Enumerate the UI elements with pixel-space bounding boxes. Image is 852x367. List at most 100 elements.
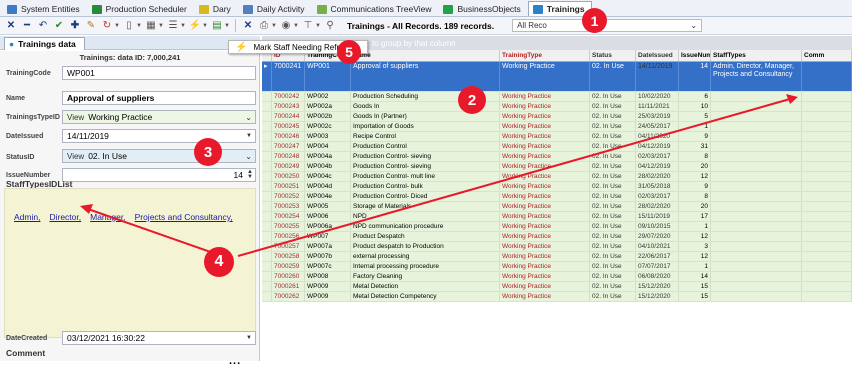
- minus-icon[interactable]: ━: [20, 19, 34, 33]
- cell-code: WP007: [305, 232, 351, 241]
- tab-trainings[interactable]: Trainings: [527, 1, 592, 16]
- column-header[interactable]: StaffTypes: [711, 50, 802, 61]
- tab-system-entities[interactable]: System Entities: [2, 1, 87, 16]
- stamp-icon[interactable]: ◉: [279, 19, 293, 33]
- cell-status: 02. In Use: [590, 212, 636, 221]
- staff-type-link[interactable]: Manager,: [90, 212, 125, 222]
- chevron-down-icon[interactable]: ▼: [271, 23, 277, 29]
- link-icon[interactable]: ⚲: [323, 19, 337, 33]
- cell-name: Production Control- sieving: [351, 162, 500, 171]
- table-row[interactable]: 7000249 WP004b Production Control- sieving…: [262, 162, 852, 172]
- chevron-down-icon[interactable]: ▼: [114, 23, 120, 29]
- cell-id: 7000247: [272, 142, 305, 151]
- column-header[interactable]: Status: [590, 50, 636, 61]
- cell-comment: [802, 92, 852, 101]
- cell-code: WP005: [305, 202, 351, 211]
- list-icon[interactable]: ☰: [166, 19, 180, 33]
- name-field[interactable]: Approval of suppliers: [62, 91, 256, 105]
- date-created-value: 03/12/2021 16:30:22: [67, 333, 145, 343]
- lightning-icon[interactable]: ⚡: [188, 19, 202, 33]
- date-created-field[interactable]: 03/12/2021 16:30:22 ▼: [62, 331, 256, 345]
- staff-type-link[interactable]: Projects and Consultancy,: [135, 212, 233, 222]
- spinner-icon[interactable]: ▲ ▼: [247, 169, 253, 180]
- cell-status: 02. In Use: [590, 252, 636, 261]
- staff-type-link[interactable]: Director,: [49, 212, 81, 222]
- table-row[interactable]: 7000257 WP007a Product despatch to Product…: [262, 242, 852, 252]
- export-icon[interactable]: ▤: [210, 19, 224, 33]
- tab-businessobjects[interactable]: BusinessObjects: [438, 1, 527, 16]
- table-row[interactable]: 7000253 WP005 Storage of Materials Working …: [262, 202, 852, 212]
- cell-id: 7000255: [272, 222, 305, 231]
- close-icon[interactable]: ✕: [241, 19, 255, 33]
- table-row[interactable]: 7000260 WP008 Factory Cleaning Working Prac…: [262, 272, 852, 282]
- table-row[interactable]: 7000255 WP006a NPD communication procedure…: [262, 222, 852, 232]
- close-icon[interactable]: ✕: [4, 19, 18, 33]
- tab-daily-activity[interactable]: Daily Activity: [238, 1, 312, 16]
- undo-icon[interactable]: ↶: [36, 19, 50, 33]
- more-button[interactable]: ...: [229, 355, 241, 367]
- table-row[interactable]: 7000242 WP002 Production Scheduling Working…: [262, 92, 852, 102]
- cell-type: Working Practice: [500, 272, 590, 281]
- status-select[interactable]: View 02. In Use ⌄: [62, 149, 256, 163]
- column-header[interactable]: IssueNumber: [679, 50, 711, 61]
- cell-type: Working Practice: [500, 152, 590, 161]
- chevron-down-icon[interactable]: ▼: [202, 23, 208, 29]
- dropdown-arrow-icon[interactable]: ▼: [246, 335, 252, 341]
- view-link[interactable]: View: [67, 113, 84, 122]
- tab-dary[interactable]: Dary: [194, 1, 238, 16]
- chevron-down-icon[interactable]: ▼: [180, 23, 186, 29]
- cell-staff: [711, 272, 802, 281]
- table-row[interactable]: 7000254 WP006 NPD Working Practice 02. In Us…: [262, 212, 852, 222]
- training-code-field[interactable]: WP001: [62, 66, 256, 80]
- check-icon[interactable]: ✔: [52, 19, 66, 33]
- tab-trainings-data[interactable]: ● Trainings data: [4, 37, 85, 50]
- edit-icon[interactable]: ✎: [84, 19, 98, 33]
- cell-date: 02/03/2017: [636, 192, 679, 201]
- print-icon[interactable]: ⎙: [257, 19, 271, 33]
- table-row[interactable]: 7000259 WP007c Internal processing procedu…: [262, 262, 852, 272]
- view-link[interactable]: View: [67, 152, 84, 161]
- table-row[interactable]: 7000262 WP009 Metal Detection Competency Wo…: [262, 292, 852, 302]
- table-row[interactable]: 7000243 WP002a Goods In Working Practice 02.…: [262, 102, 852, 112]
- dropdown-arrow-icon[interactable]: ▼: [246, 133, 252, 139]
- column-header[interactable]: Comm: [802, 50, 852, 61]
- chevron-down-icon[interactable]: ▼: [315, 23, 321, 29]
- chevron-down-icon[interactable]: ▼: [136, 23, 142, 29]
- cell-status: 02. In Use: [590, 152, 636, 161]
- table-row[interactable]: 7000244 WP002b Goods In (Partner) Working P…: [262, 112, 852, 122]
- table-row[interactable]: 7000245 WP002c Importation of Goods Working…: [262, 122, 852, 132]
- filter-icon[interactable]: ⊤: [301, 19, 315, 33]
- date-issued-field[interactable]: 14/11/2019 ▼: [62, 129, 256, 143]
- column-header[interactable]: DateIssued: [636, 50, 679, 61]
- table-row[interactable]: 7000247 WP004 Production Control Working Pr…: [262, 142, 852, 152]
- table-row-selected[interactable]: ▸ 7000241 WP001 Approval of suppliers Workin…: [262, 62, 852, 92]
- trainings-type-select[interactable]: View Working Practice ⌄: [62, 110, 256, 124]
- column-header[interactable]: TrainingType: [500, 50, 590, 61]
- tab-icon: [91, 4, 102, 14]
- add-icon[interactable]: ✚: [68, 19, 82, 33]
- grid-icon[interactable]: ▦: [144, 19, 158, 33]
- cell-num: 12: [679, 232, 711, 241]
- table-row[interactable]: 7000246 WP003 Recipe Control Working Practi…: [262, 132, 852, 142]
- issue-number-field[interactable]: 14 ▲ ▼: [62, 168, 256, 182]
- tab-communications-treeview[interactable]: Communications TreeView: [312, 1, 439, 16]
- tab-production-scheduler[interactable]: Production Scheduler: [87, 1, 194, 16]
- cell-date: 15/12/2020: [636, 292, 679, 301]
- chevron-down-icon[interactable]: ▼: [293, 23, 299, 29]
- staff-type-link[interactable]: Admin,: [14, 212, 40, 222]
- record-filter-select[interactable]: All Reco ⌄: [512, 19, 703, 32]
- table-row[interactable]: 7000250 WP004c Production Control- mult li…: [262, 172, 852, 182]
- cell-staff: [711, 252, 802, 261]
- refresh-icon[interactable]: ↻: [100, 19, 114, 33]
- table-row[interactable]: 7000258 WP007b external processing Working …: [262, 252, 852, 262]
- table-row[interactable]: 7000256 WP007 Product Despatch Working Prac…: [262, 232, 852, 242]
- table-row[interactable]: 7000251 WP004d Production Control- bulk Wor…: [262, 182, 852, 192]
- column-header[interactable]: Name: [351, 50, 500, 61]
- chevron-down-icon[interactable]: ▼: [224, 23, 230, 29]
- table-row[interactable]: 7000248 WP004a Production Control- sieving…: [262, 152, 852, 162]
- table-row[interactable]: 7000252 WP004e Production Control- Diced Wo…: [262, 192, 852, 202]
- chevron-down-icon[interactable]: ▼: [158, 23, 164, 29]
- doc-icon[interactable]: ▯: [122, 19, 136, 33]
- cell-comment: [802, 242, 852, 251]
- table-row[interactable]: 7000261 WP009 Metal Detection Working Pract…: [262, 282, 852, 292]
